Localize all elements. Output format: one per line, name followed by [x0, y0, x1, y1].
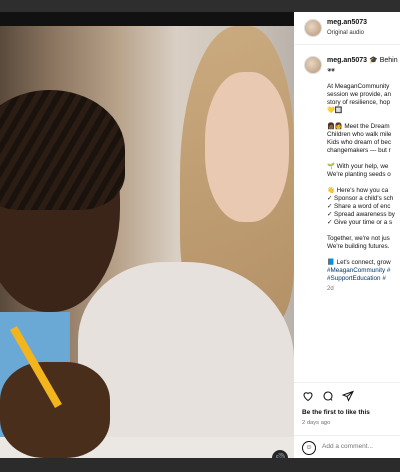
likes-count[interactable]: Be the first to like this: [302, 409, 370, 416]
share-icon[interactable]: [341, 390, 354, 402]
audio-label[interactable]: Original audio: [327, 30, 364, 36]
heart-icon[interactable]: [302, 390, 314, 402]
caption-first-line: meg.an5073 🎓 Behin: [327, 56, 398, 64]
caption-line: Kids who dream of bec: [327, 139, 392, 146]
caption-hashtags[interactable]: #MeaganCommunity #: [327, 267, 390, 275]
caption-hashtags[interactable]: #SupportEducation #: [327, 275, 386, 283]
smile-icon[interactable]: ☺: [302, 441, 316, 455]
caption-age: 2d: [327, 286, 334, 292]
comment-icon[interactable]: [322, 390, 334, 402]
avatar[interactable]: [304, 19, 322, 37]
post-timestamp[interactable]: 2 days ago: [302, 420, 330, 426]
post-header: meg.an5073 Original audio: [294, 12, 400, 45]
comment-input[interactable]: [322, 443, 400, 450]
post-media[interactable]: 🔊: [0, 12, 294, 458]
header-username[interactable]: meg.an5073: [327, 19, 367, 26]
caption-line: ✓ Sponsor a child's sch: [327, 195, 394, 202]
top-bar: [0, 0, 400, 12]
caption-line: changemakers — but r: [327, 147, 391, 154]
caption-line: 👋 Here's how you ca: [327, 187, 389, 194]
caption-line: 👩🏾👩 Meet the Dream: [327, 123, 390, 130]
caption-line: We're building futures.: [327, 243, 390, 250]
caption-line: 🕶: [327, 67, 335, 74]
caption-line: story of resilience, hop: [327, 99, 390, 106]
caption-line: ✓ Spread awareness by: [327, 211, 395, 218]
caption-lead: 🎓 Behin: [369, 57, 398, 64]
caption-line: Together, we're not jus: [327, 235, 390, 242]
post-actions: Be the first to like this 2 days ago ☺: [294, 382, 400, 458]
caption-line: 📘 Let's connect, grow: [327, 259, 391, 266]
caption-line: session we provide, an: [327, 91, 392, 98]
post-side-panel: meg.an5073 Original audio meg.an5073 🎓 B…: [294, 12, 400, 458]
caption-username[interactable]: meg.an5073: [327, 57, 367, 64]
caption-avatar[interactable]: [304, 56, 322, 74]
caption-line: ✓ Share a word of enc: [327, 203, 391, 210]
comment-bar: ☺: [294, 435, 400, 458]
caption-line: 💛🔲: [327, 107, 343, 114]
caption: meg.an5073 🎓 Behin 🕶 At MeaganCommunity se…: [294, 52, 400, 357]
bottom-bar: [0, 458, 400, 472]
caption-line: We're planting seeds o: [327, 171, 391, 178]
caption-line: Children who walk mile: [327, 131, 392, 138]
caption-line: 🌱 With your help, we: [327, 163, 389, 170]
caption-line: ✓ Give your time or a s: [327, 219, 393, 226]
caption-line: At MeaganCommunity: [327, 83, 390, 90]
